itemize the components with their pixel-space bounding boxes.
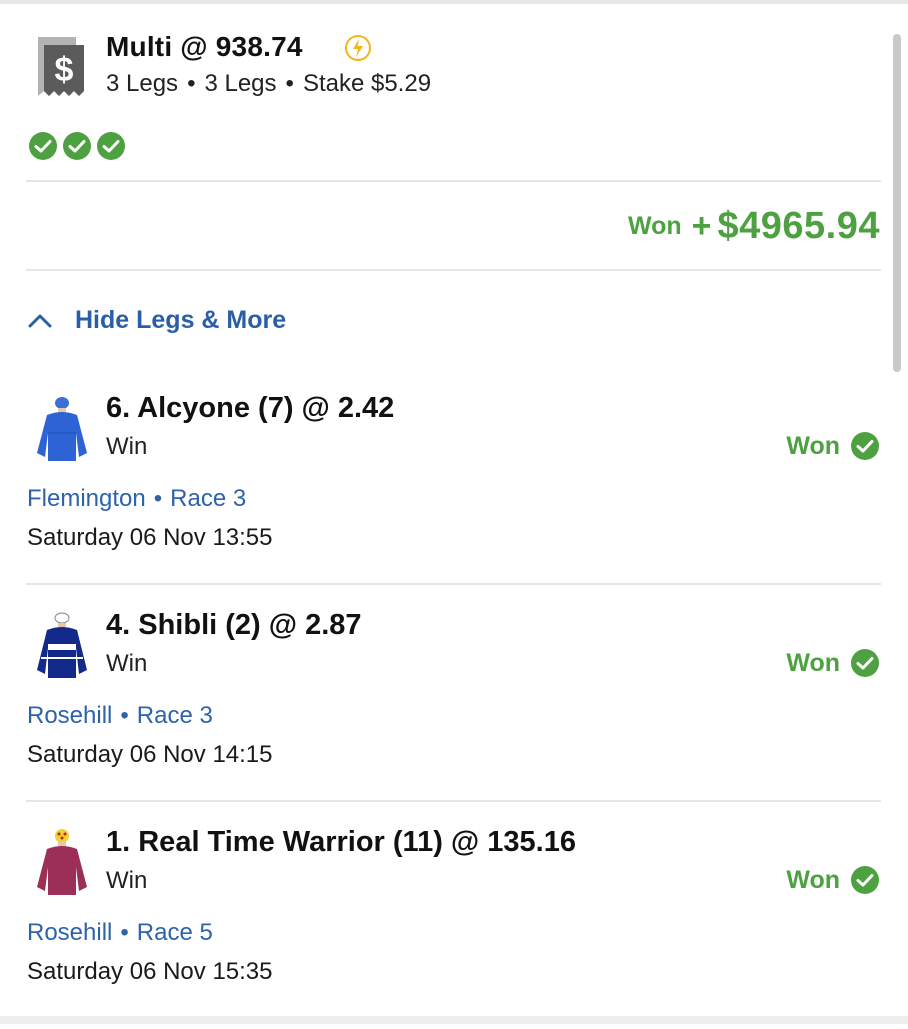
leg-status: Won [786,648,880,678]
leg-item: 1. Real Time Warrior (11) @ 135.16 Win W… [0,826,908,1029]
leg-datetime: Saturday 06 Nov 15:35 [27,958,273,985]
venue-link[interactable]: Rosehill [27,919,112,946]
legs-count: 3 Legs [106,70,179,97]
bet-summary: 3 Legs • 3 Legs • Stake $5.29 [106,70,431,98]
separator: • [153,485,163,512]
divider [26,583,881,585]
chevron-up-icon [28,314,52,328]
leg-venue[interactable]: Rosehill • Race 5 [27,919,213,947]
hide-legs-toggle[interactable]: Hide Legs & More [27,305,286,335]
won-amount: $4965.94 [717,205,880,247]
leg-status: Won [786,431,880,461]
leg-status: Won [786,865,880,895]
leg-item: 6. Alcyone (7) @ 2.42 Win Won Flemington… [0,392,908,595]
leg-status-label: Won [786,865,840,894]
stake-label: Stake $5.29 [302,70,432,97]
won-total: Won + $4965.94 [628,205,880,248]
leg-item: 4. Shibli (2) @ 2.87 Win Won Rosehill • Ra… [0,609,908,812]
separator: • [187,70,196,97]
scrollbar[interactable] [893,34,901,372]
won-label: Won [627,212,682,240]
navy-silk-icon [37,612,87,678]
check-circle-icon [851,649,879,678]
separator: • [285,70,294,97]
divider [26,180,881,182]
leg-title: 6. Alcyone (7) @ 2.42 [106,392,395,424]
plus-sign: + [691,207,712,245]
leg-status-label: Won [786,431,840,460]
blue-silk-icon [37,397,87,461]
toggle-label: Hide Legs & More [75,305,287,334]
svg-text:$: $ [55,51,74,89]
leg-venue[interactable]: Rosehill • Race 3 [27,702,213,730]
leg-title: 4. Shibli (2) @ 2.87 [106,609,362,641]
leg-venue[interactable]: Flemington • Race 3 [27,485,246,513]
leg-status-label: Won [786,648,840,677]
separator: • [120,919,129,946]
divider [26,800,881,802]
separator: • [120,702,129,729]
race-link[interactable]: Race 3 [137,702,213,729]
legs-count-2: 3 Legs [204,70,277,97]
leg-status-checks [28,131,130,161]
check-circle-icon [63,132,91,160]
top-border [0,0,908,4]
venue-link[interactable]: Flemington [27,485,146,512]
bottom-border [0,1016,908,1024]
bet-receipt-icon: $ [30,35,92,99]
leg-bet-type: Win [106,867,148,894]
leg-datetime: Saturday 06 Nov 14:15 [27,741,273,768]
leg-datetime: Saturday 06 Nov 13:55 [27,524,273,551]
leg-bet-type: Win [106,433,148,460]
race-link[interactable]: Race 3 [170,485,246,512]
venue-link[interactable]: Rosehill [27,702,112,729]
leg-title: 1. Real Time Warrior (11) @ 135.16 [106,826,576,858]
lightning-icon [344,34,372,62]
check-circle-icon [97,132,125,160]
divider [26,269,881,271]
bet-title: Multi @ 938.74 [106,31,303,62]
check-circle-icon [851,866,879,895]
leg-bet-type: Win [106,650,148,677]
check-circle-icon [29,132,57,160]
maroon-silk-icon [37,829,87,895]
race-link[interactable]: Race 5 [137,919,213,946]
check-circle-icon [851,432,879,461]
